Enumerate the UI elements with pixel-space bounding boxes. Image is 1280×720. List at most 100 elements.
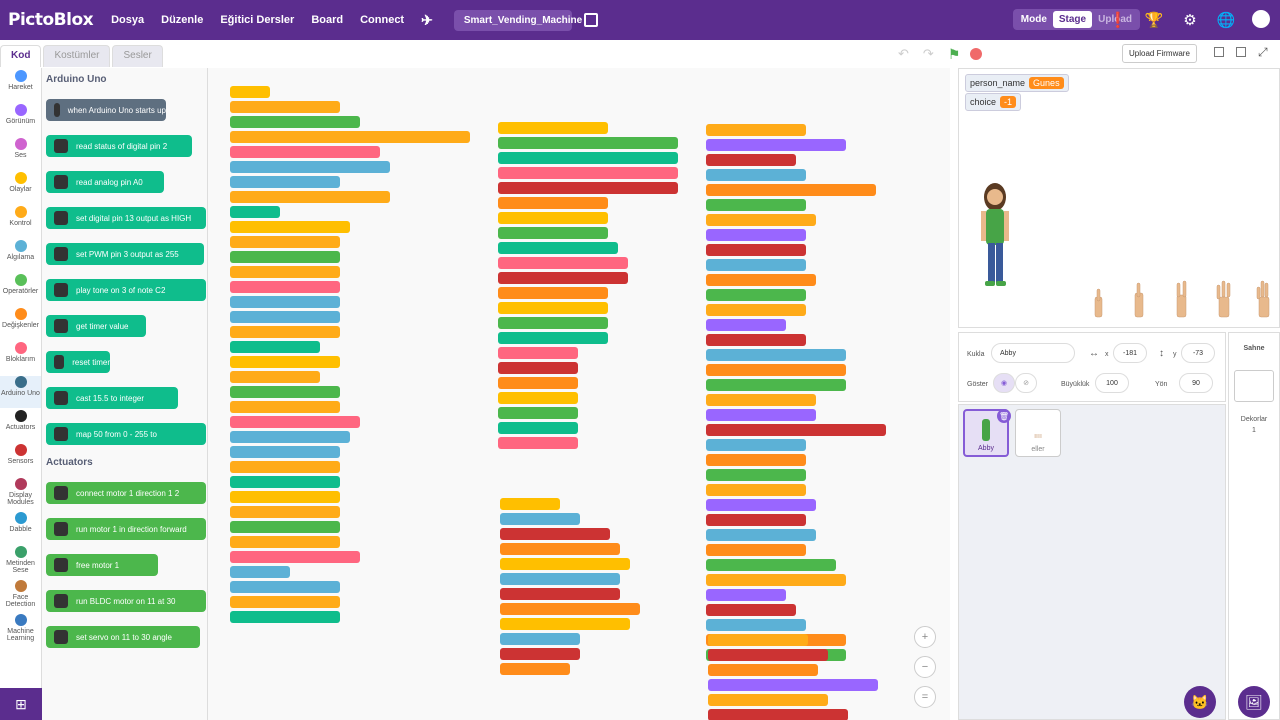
size-input[interactable]: 100 — [1095, 373, 1129, 393]
script-stack[interactable] — [230, 86, 470, 626]
code-block[interactable] — [706, 394, 816, 406]
palette-block[interactable]: set servo on 11 to 30 angle — [46, 626, 200, 648]
code-block[interactable] — [706, 214, 816, 226]
code-block[interactable] — [498, 317, 608, 329]
code-block[interactable] — [706, 454, 806, 466]
code-block[interactable] — [706, 604, 796, 616]
code-block[interactable] — [230, 551, 360, 563]
code-block[interactable] — [706, 184, 876, 196]
backdrop-chooser-button[interactable]: 🖼 — [1238, 686, 1270, 718]
code-block[interactable] — [498, 167, 678, 179]
category-display-modules[interactable]: Display Modules — [0, 478, 41, 510]
backdrop-thumbnail[interactable] — [1234, 370, 1274, 402]
code-block[interactable] — [706, 304, 806, 316]
category-operatörler[interactable]: Operatörler — [0, 274, 41, 306]
code-block[interactable] — [498, 122, 608, 134]
code-block[interactable] — [498, 347, 578, 359]
code-block[interactable] — [500, 663, 570, 675]
code-block[interactable] — [706, 364, 846, 376]
code-block[interactable] — [230, 536, 340, 548]
code-block[interactable] — [706, 499, 816, 511]
code-block[interactable] — [230, 116, 360, 128]
code-block[interactable] — [706, 334, 806, 346]
code-block[interactable] — [230, 461, 340, 473]
code-block[interactable] — [230, 206, 280, 218]
code-block[interactable] — [498, 287, 608, 299]
palette-block[interactable]: free motor 1 — [46, 554, 158, 576]
code-block[interactable] — [500, 543, 620, 555]
code-block[interactable] — [500, 513, 580, 525]
code-block[interactable] — [498, 182, 678, 194]
code-block[interactable] — [706, 424, 886, 436]
category-algılama[interactable]: Algılama — [0, 240, 41, 272]
menu-file[interactable]: Dosya — [111, 14, 144, 26]
code-block[interactable] — [230, 416, 360, 428]
code-block[interactable] — [230, 281, 340, 293]
category-görünüm[interactable]: Görünüm — [0, 104, 41, 136]
script-stack[interactable] — [708, 634, 878, 720]
account-avatar[interactable] — [1252, 10, 1270, 28]
stage-canvas[interactable]: person_name Gunes choice -1 — [958, 68, 1280, 328]
tab-sounds[interactable]: Sesler — [112, 45, 163, 67]
tab-costumes[interactable]: Kostümler — [43, 45, 111, 67]
hide-toggle[interactable]: ⊘ — [1015, 373, 1037, 393]
code-block[interactable] — [500, 528, 610, 540]
code-block[interactable] — [706, 124, 806, 136]
code-block[interactable] — [500, 633, 580, 645]
code-block[interactable] — [500, 648, 580, 660]
code-block[interactable] — [498, 137, 678, 149]
code-block[interactable] — [230, 266, 340, 278]
code-block[interactable] — [706, 244, 806, 256]
palette-block[interactable]: reset timer — [46, 351, 110, 373]
code-block[interactable] — [230, 191, 390, 203]
code-block[interactable] — [230, 146, 380, 158]
category-metinden-sese[interactable]: Metinden Sese — [0, 546, 41, 578]
code-block[interactable] — [230, 611, 340, 623]
code-block[interactable] — [230, 341, 320, 353]
code-block[interactable] — [498, 422, 578, 434]
trophy-icon[interactable]: 🏆 — [1144, 10, 1164, 30]
add-extension-button[interactable]: ⊞ — [0, 688, 42, 720]
code-block[interactable] — [230, 566, 290, 578]
code-block[interactable] — [706, 619, 806, 631]
code-block[interactable] — [706, 274, 816, 286]
palette-block[interactable]: map 50 from 0 - 255 to — [46, 423, 206, 445]
script-stack[interactable] — [500, 498, 640, 678]
script-stack[interactable] — [498, 122, 678, 452]
code-block[interactable] — [706, 169, 806, 181]
code-block[interactable] — [230, 86, 270, 98]
code-block[interactable] — [498, 152, 678, 164]
sprite-thumb-abby[interactable]: 🗑 Abby — [963, 409, 1011, 457]
code-block[interactable] — [500, 588, 620, 600]
category-arduino-uno[interactable]: Arduino Uno — [0, 376, 41, 408]
code-block[interactable] — [230, 386, 340, 398]
code-block[interactable] — [230, 236, 340, 248]
code-block[interactable] — [230, 131, 470, 143]
code-block[interactable] — [230, 326, 340, 338]
code-block[interactable] — [706, 154, 796, 166]
code-block[interactable] — [708, 664, 818, 676]
category-ses[interactable]: Ses — [0, 138, 41, 170]
zoom-out-button[interactable]: − — [914, 656, 936, 678]
zoom-in-button[interactable]: + — [914, 626, 936, 648]
redo-icon[interactable]: ↷ — [923, 46, 934, 62]
palette-block[interactable]: get timer value — [46, 315, 146, 337]
palette-block[interactable]: run BLDC motor on 11 at 30 — [46, 590, 206, 612]
code-block[interactable] — [708, 709, 848, 720]
undo-icon[interactable]: ↶ — [898, 46, 909, 62]
category-machine-learning[interactable]: Machine Learning — [0, 614, 41, 646]
code-block[interactable] — [230, 401, 340, 413]
save-icon[interactable] — [583, 13, 598, 27]
code-block[interactable] — [706, 229, 806, 241]
code-block[interactable] — [230, 161, 390, 173]
stop-icon[interactable] — [969, 48, 982, 60]
code-block[interactable] — [706, 259, 806, 271]
code-block[interactable] — [230, 596, 340, 608]
code-block[interactable] — [706, 199, 806, 211]
code-block[interactable] — [230, 176, 340, 188]
code-block[interactable] — [498, 377, 578, 389]
menu-edit[interactable]: Düzenle — [161, 14, 203, 26]
sprite-chooser-button[interactable]: 🐱 — [1184, 686, 1216, 718]
code-block[interactable] — [498, 197, 608, 209]
category-hareket[interactable]: Hareket — [0, 70, 41, 102]
